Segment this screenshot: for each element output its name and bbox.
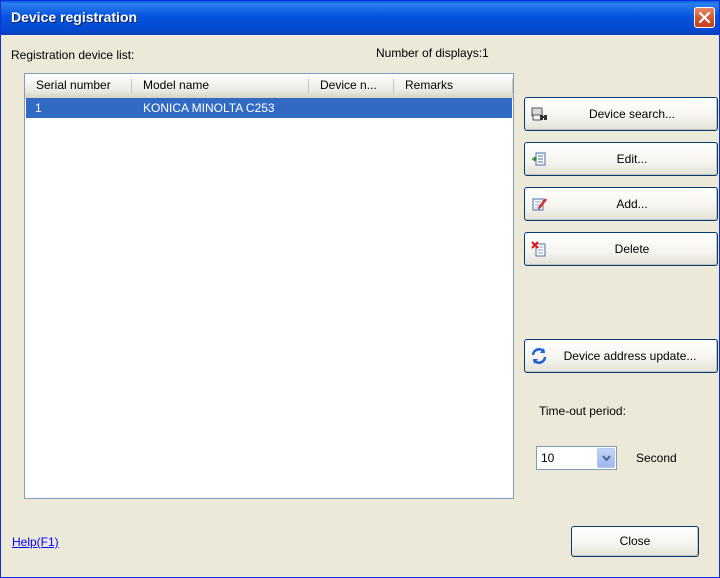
add-button[interactable]: Add... <box>524 187 718 221</box>
column-device-name[interactable]: Device n... <box>309 74 394 97</box>
edit-label: Edit... <box>616 152 648 166</box>
column-remarks[interactable]: Remarks <box>394 74 513 97</box>
chevron-down-icon <box>602 455 611 462</box>
close-button[interactable]: Close <box>571 526 699 557</box>
timeout-label: Time-out period: <box>539 404 626 418</box>
device-address-update-button[interactable]: Device address update... <box>524 339 718 373</box>
address-update-label: Device address update... <box>563 349 697 363</box>
help-link[interactable]: Help(F1) <box>12 535 59 549</box>
cell-model: KONICA MINOLTA C253 <box>143 101 275 115</box>
device-list[interactable]: Serial number Model name Device n... Rem… <box>24 73 514 499</box>
window-close-button[interactable] <box>694 7 715 28</box>
device-search-icon <box>531 107 547 121</box>
close-label: Close <box>619 534 651 548</box>
device-registration-dialog: Device registration Registration device … <box>0 0 720 578</box>
timeout-value: 10 <box>541 451 555 465</box>
timeout-unit: Second <box>636 451 677 465</box>
window-title: Device registration <box>11 9 138 25</box>
column-serial-number[interactable]: Serial number <box>25 74 132 97</box>
edit-icon <box>532 152 546 166</box>
add-label: Add... <box>616 197 648 211</box>
table-row[interactable]: 1 KONICA MINOLTA C253 <box>26 98 512 118</box>
delete-icon <box>531 241 546 257</box>
list-label: Registration device list: <box>11 48 135 62</box>
device-search-button[interactable]: Device search... <box>524 97 718 131</box>
refresh-icon <box>531 348 547 364</box>
timeout-dropdown-button[interactable] <box>597 448 615 468</box>
cell-serial: 1 <box>35 101 42 115</box>
list-header: Serial number Model name Device n... Rem… <box>25 74 513 99</box>
display-count: Number of displays:1 <box>376 46 489 60</box>
timeout-select[interactable]: 10 <box>536 446 617 470</box>
column-model-name[interactable]: Model name <box>132 74 309 97</box>
device-search-label: Device search... <box>588 107 676 121</box>
delete-label: Delete <box>614 242 650 256</box>
add-icon <box>532 198 547 211</box>
close-icon <box>698 11 711 24</box>
title-bar: Device registration <box>1 1 719 35</box>
delete-button[interactable]: Delete <box>524 232 718 266</box>
edit-button[interactable]: Edit... <box>524 142 718 176</box>
